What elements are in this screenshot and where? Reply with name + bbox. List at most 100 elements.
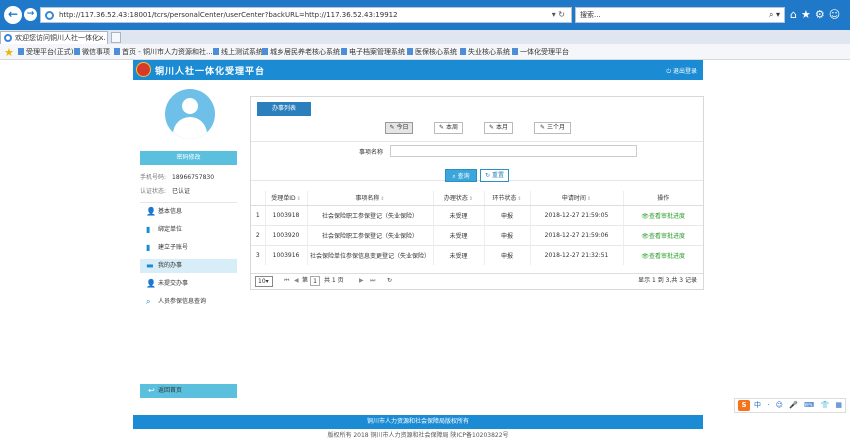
affairs-panel: 办事列表 ✎ 今日 ✎ 本周 ✎ 本月 ✎ 三个月 事项名称 ⌕ 查询 ↻ 重置… — [250, 96, 704, 290]
favorite-item[interactable]: 医保核心系统 — [406, 44, 457, 60]
sidebar: 密码修改 手机号码: 18966757830 认证状态: 已认证 👤 基本信息 ▮ 绑定… — [133, 80, 243, 410]
row-id: 1003916 — [264, 244, 307, 265]
user-icon: 👤 — [146, 207, 156, 216]
return-home-button[interactable]: ↩ 返回首页 — [140, 384, 237, 398]
reset-button[interactable]: ↻ 重置 — [480, 169, 509, 182]
search-icon: ⌕ — [146, 297, 151, 306]
auth-value: 已认证 — [172, 188, 191, 195]
sidebar-item-insurance-query[interactable]: ⌕ 人员参保信息查询 — [140, 295, 237, 309]
search-icon[interactable]: ⌕ ▾ — [769, 8, 780, 22]
sidebar-item-sub-account[interactable]: ▮ 建立子账号 — [140, 241, 237, 255]
favorite-item[interactable]: 微信事项 — [73, 44, 110, 60]
pagination: 10▾ ⏮ ◀ 第 1 共 1 页 ▶ ⏭ ↻ 显示 1 到 3,共 3 记录 — [251, 273, 703, 289]
column-header[interactable]: 事项名称⇕ — [306, 191, 433, 206]
table-row: 2 1003920 社会保险职工参保登记（失业保险） 未受理 申报 2018-1… — [251, 224, 703, 245]
row-index: 2 — [251, 224, 265, 245]
favorite-item[interactable]: 电子档案管理系统 — [340, 44, 405, 60]
row-time: 2018-12-27 21:59:05 — [529, 204, 623, 225]
row-operation: 👁查看审批进度 — [622, 244, 703, 265]
page-number-input[interactable]: 1 — [310, 276, 320, 286]
column-header[interactable]: 办理状态⇕ — [432, 191, 484, 206]
favorite-item[interactable]: 失业核心系统 — [459, 44, 510, 60]
ime-toolbar[interactable]: S 中 · ☺ 🎤 ⌨ 👕 ▦ — [734, 398, 846, 413]
browser-search[interactable]: 搜索... ⌕ ▾ — [575, 7, 785, 23]
person-icon: 👤 — [146, 279, 156, 288]
address-bar[interactable]: http://117.36.52.43:18001/tcrs/personalC… — [40, 7, 572, 23]
item-name-input[interactable] — [390, 145, 637, 157]
column-header[interactable]: 环节状态⇕ — [483, 191, 530, 206]
filter-label: 三个月 — [546, 124, 565, 131]
phone-value: 18966757830 — [172, 174, 215, 181]
ie-icon — [4, 34, 12, 42]
browser-icons[interactable]: ⌂★⚙☺ — [790, 8, 844, 21]
query-button[interactable]: ⌕ 查询 — [445, 169, 477, 182]
header-label: 受理单ID — [271, 195, 296, 203]
view-progress-link[interactable]: 👁查看审批进度 — [641, 253, 685, 260]
favorite-item[interactable]: 一体化受理平台 — [511, 44, 569, 60]
change-password-button[interactable]: 密码修改 — [140, 151, 237, 165]
refresh-icon[interactable]: ▾ ↻ — [552, 8, 565, 22]
sort-icon: ⇕ — [296, 196, 301, 203]
avatar[interactable] — [165, 89, 215, 139]
browser-tab[interactable]: 欢迎您访问铜川人社一体化... × — [0, 31, 108, 44]
address-text: http://117.36.52.43:18001/tcrs/personalC… — [59, 11, 398, 19]
document-icon: ▮ — [146, 243, 151, 252]
site-title: 铜川人社一体化受理平台 — [155, 67, 266, 77]
row-operation: 👁查看审批进度 — [622, 204, 703, 225]
favorites-bar: ★ 受理平台(正式) 微信事项 首页 - 铜川市人力资源和社... 线上测试系统… — [0, 44, 850, 60]
forward-button-icon[interactable]: → — [24, 8, 37, 21]
filter-three-months-button[interactable]: ✎ 三个月 — [534, 122, 571, 134]
sidebar-item-unsubmitted[interactable]: 👤 未提交办事 — [140, 277, 237, 291]
sidebar-item-bind-unit[interactable]: ▮ 绑定单位 — [140, 223, 237, 237]
sort-icon: ⇕ — [468, 196, 474, 203]
column-header[interactable]: 申请时间⇕ — [529, 191, 623, 206]
column-header: 操作 — [622, 191, 703, 206]
filter-today-button[interactable]: ✎ 今日 — [385, 122, 413, 134]
eye-icon: 👁 — [641, 232, 650, 240]
next-page-icon[interactable]: ▶ — [359, 274, 364, 288]
back-button-icon[interactable]: ← — [4, 6, 22, 24]
row-status: 未受理 — [432, 204, 484, 225]
new-tab-button[interactable] — [111, 32, 121, 43]
folder-icon: ▬ — [146, 261, 154, 270]
sidebar-item-label: 未提交办事 — [158, 280, 189, 287]
prev-page-icon[interactable]: ◀ — [294, 274, 299, 288]
sidebar-item-label: 绑定单位 — [158, 226, 183, 233]
favorite-item[interactable]: 线上测试系统 — [212, 44, 263, 60]
last-page-icon[interactable]: ⏭ — [370, 274, 375, 288]
ime-tools[interactable]: 中 · ☺ 🎤 ⌨ 👕 ▦ — [754, 399, 844, 412]
favorite-item[interactable]: 城乡居民养老核心系统 — [261, 44, 340, 60]
first-page-icon[interactable]: ⏮ — [284, 274, 289, 288]
view-progress-link[interactable]: 👁查看审批进度 — [641, 233, 685, 240]
star-icon[interactable]: ★ — [4, 45, 14, 61]
filter-month-button[interactable]: ✎ 本月 — [484, 122, 513, 134]
logout-link[interactable]: ⏻ 退出登录 — [666, 66, 697, 76]
op-label: 查看审批进度 — [649, 232, 686, 240]
sort-icon: ⇕ — [517, 196, 522, 203]
column-header[interactable]: 受理单ID⇕ — [264, 191, 307, 206]
sort-icon: ⇕ — [380, 196, 385, 203]
affairs-table: 受理单ID⇕ 事项名称⇕ 办理状态⇕ 环节状态⇕ 申请时间⇕ 操作 1 1003… — [251, 191, 703, 265]
sidebar-item-my-affairs[interactable]: ▬ 我的办事 — [140, 259, 237, 273]
filter-label: 今日 — [396, 124, 409, 131]
site-header: 铜川人社一体化受理平台 ⏻ 退出登录 — [133, 60, 703, 80]
emblem-icon — [136, 62, 151, 77]
row-step: 申报 — [483, 244, 530, 265]
search-placeholder: 搜索... — [580, 11, 601, 19]
filter-week-button[interactable]: ✎ 本周 — [434, 122, 463, 134]
header-label: 操作 — [657, 195, 670, 203]
sidebar-item-basic-info[interactable]: 👤 基本信息 — [140, 205, 237, 219]
row-time: 2018-12-27 21:59:06 — [529, 224, 623, 245]
favorite-item[interactable]: 首页 - 铜川市人力资源和社... — [113, 44, 213, 60]
tab-affairs-list[interactable]: 办事列表 — [257, 102, 311, 116]
reset-label: 重置 — [491, 172, 504, 179]
row-item-name: 社会保险单位参保信息变更登记（失业保险） — [306, 244, 433, 265]
refresh-icon[interactable]: ↻ — [387, 274, 392, 288]
favorite-item[interactable]: 受理平台(正式) — [17, 44, 73, 60]
filter-label: 本周 — [445, 124, 458, 131]
phone-row: 手机号码: 18966757830 — [140, 172, 214, 181]
page-size-select[interactable]: 10▾ — [255, 276, 273, 287]
avatar-head-icon — [182, 98, 198, 114]
view-progress-link[interactable]: 👁查看审批进度 — [641, 213, 685, 220]
close-icon[interactable]: × — [98, 32, 104, 44]
